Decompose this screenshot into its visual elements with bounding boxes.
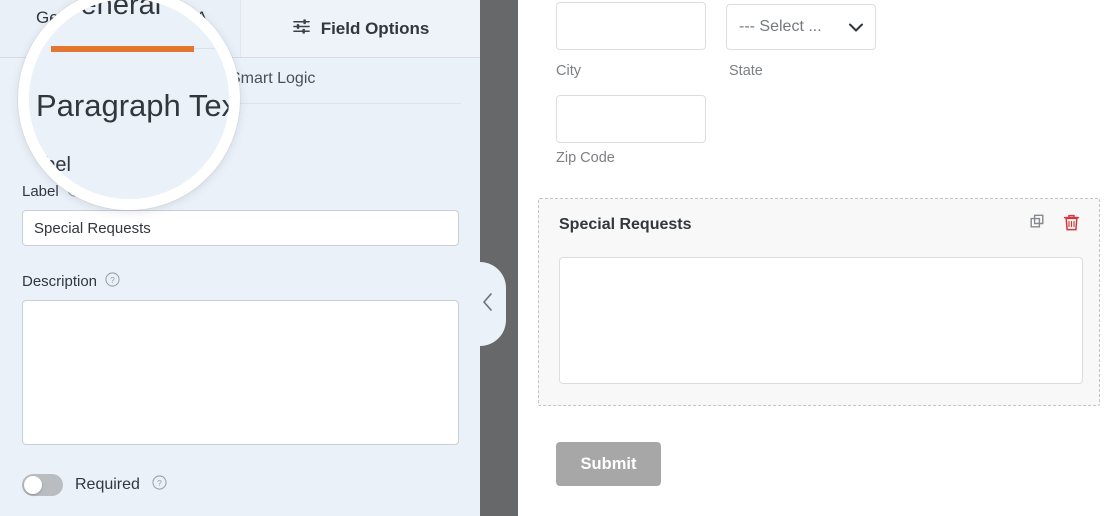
active-field-block[interactable]: Special Requests	[538, 198, 1100, 406]
zip-input[interactable]	[556, 95, 706, 143]
trash-icon[interactable]	[1062, 213, 1081, 238]
zip-sublabel: Zip Code	[556, 150, 615, 166]
description-field-label: Description	[22, 273, 98, 290]
magnified-tab-general: General	[58, 0, 162, 21]
svg-text:?: ?	[157, 478, 162, 488]
description-textarea[interactable]	[22, 300, 459, 445]
tab-field-options[interactable]: Field Options	[240, 0, 480, 58]
state-select-value: --- Select ...	[739, 18, 822, 35]
sliders-icon	[292, 17, 311, 41]
smart-logic-divider-line	[226, 103, 461, 104]
magnified-label-text: Label	[22, 154, 71, 176]
help-circle-icon[interactable]: ?	[105, 272, 120, 291]
magnified-active-tab-underline	[51, 46, 194, 52]
active-field-actions	[1028, 213, 1081, 238]
required-toggle[interactable]	[22, 474, 63, 496]
tab-field-options-label: Field Options	[320, 19, 430, 38]
chevron-left-icon[interactable]	[481, 291, 495, 313]
toggle-knob	[24, 476, 42, 494]
label-input[interactable]: Special Requests	[22, 210, 459, 246]
copy-icon[interactable]	[1028, 213, 1048, 238]
city-input[interactable]	[556, 2, 706, 50]
chevron-down-icon	[849, 23, 863, 31]
description-field-group: Description ?	[22, 272, 459, 445]
description-field-label-row: Description ?	[22, 272, 459, 291]
city-sublabel: City	[556, 63, 581, 79]
tab-smart-logic[interactable]: Smart Logic	[230, 70, 315, 88]
label-field-label: Label	[22, 183, 59, 200]
help-circle-icon[interactable]: ?	[152, 475, 167, 495]
magnified-tab-advanced: A	[208, 0, 227, 22]
active-field-textarea[interactable]	[559, 257, 1083, 384]
state-sublabel: State	[729, 63, 763, 79]
panel-divider	[480, 0, 518, 516]
magnified-page-title: Paragraph Text	[36, 88, 240, 123]
svg-text:?: ?	[110, 275, 115, 285]
active-field-label: Special Requests	[559, 216, 692, 233]
submit-button[interactable]: Submit	[556, 442, 661, 486]
required-toggle-row: Required ?	[22, 474, 167, 496]
screen-root: Field Options General A Smart Logic Para…	[0, 0, 1116, 516]
required-toggle-label: Required	[75, 476, 140, 493]
state-select[interactable]: --- Select ...	[726, 4, 876, 50]
